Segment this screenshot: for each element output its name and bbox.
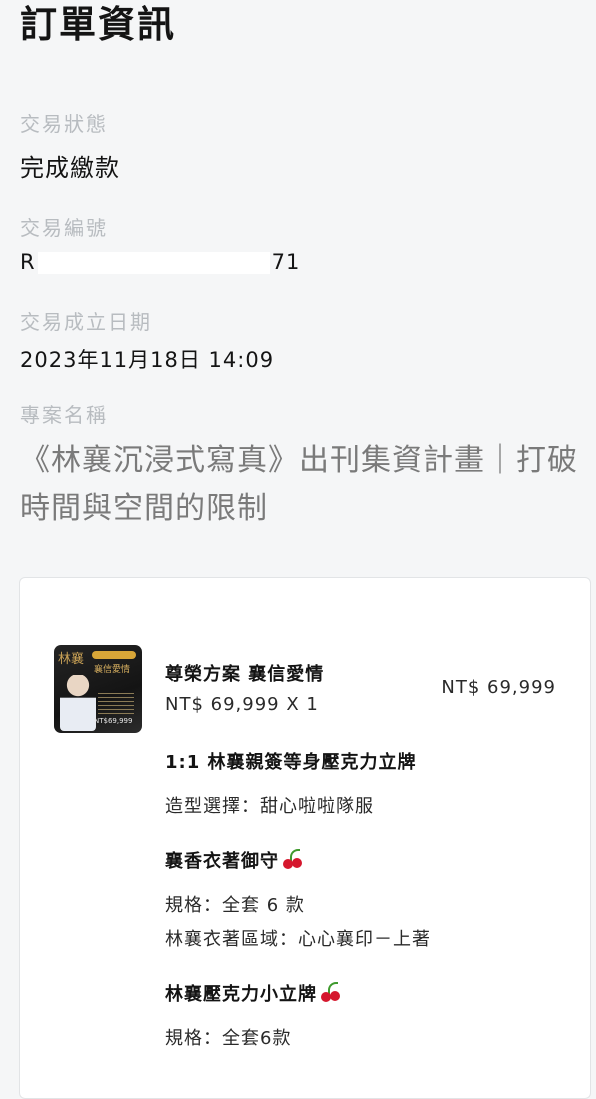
- thumbnail-person: [60, 675, 96, 731]
- order-no-label: 交易編號: [20, 216, 108, 240]
- cherry-icon: [282, 849, 304, 869]
- item-spec: 規格：全套6款: [165, 1028, 292, 1049]
- thumbnail-price: NT$69,999: [94, 717, 133, 725]
- item-spec: 造型選擇：甜心啦啦隊服: [165, 796, 374, 817]
- order-no-suffix: 71: [271, 250, 301, 274]
- order-card: 林襄 襄信愛情 NT$69,999 尊榮方案 襄信愛情 NT$ 69,999 X…: [19, 577, 591, 1099]
- item-title-text: 襄香衣著御守: [165, 851, 279, 872]
- order-no-prefix: R: [20, 250, 36, 274]
- item-title: 林襄壓克力小立牌: [165, 980, 342, 1006]
- thumbnail-text-lines: [98, 693, 134, 715]
- thumbnail-subtitle: 襄信愛情: [94, 665, 131, 675]
- project-value[interactable]: 《林襄沉浸式寫真》出刊集資計畫｜打破時間與空間的限制: [20, 437, 580, 533]
- plan-total: NT$ 69,999: [441, 677, 556, 698]
- thumbnail-badge: [92, 651, 136, 659]
- plan-qty: NT$ 69,999 X 1: [165, 694, 319, 715]
- item-title: 襄香衣著御守: [165, 847, 304, 873]
- project-label: 專案名稱: [20, 403, 108, 427]
- thumbnail-title: 林襄: [58, 652, 85, 667]
- date-value: 2023年11月18日 14:09: [20, 348, 275, 372]
- status-value: 完成繳款: [20, 154, 120, 182]
- page-title: 訂單資訊: [20, 3, 176, 46]
- item-spec: 林襄衣著區域：心心襄印－上著: [165, 929, 431, 950]
- status-label: 交易狀態: [20, 112, 108, 136]
- item-title-text: 林襄壓克力小立牌: [165, 984, 317, 1005]
- plan-thumbnail: 林襄 襄信愛情 NT$69,999: [54, 645, 142, 733]
- date-label: 交易成立日期: [20, 310, 152, 334]
- order-no-value: R 71: [20, 250, 300, 274]
- item-spec: 規格：全套 6 款: [165, 895, 305, 916]
- plan-name: 尊榮方案 襄信愛情: [165, 664, 325, 685]
- redaction-bar: [37, 252, 270, 274]
- cherry-icon: [320, 982, 342, 1002]
- item-title: 1:1 林襄親簽等身壓克力立牌: [165, 752, 417, 773]
